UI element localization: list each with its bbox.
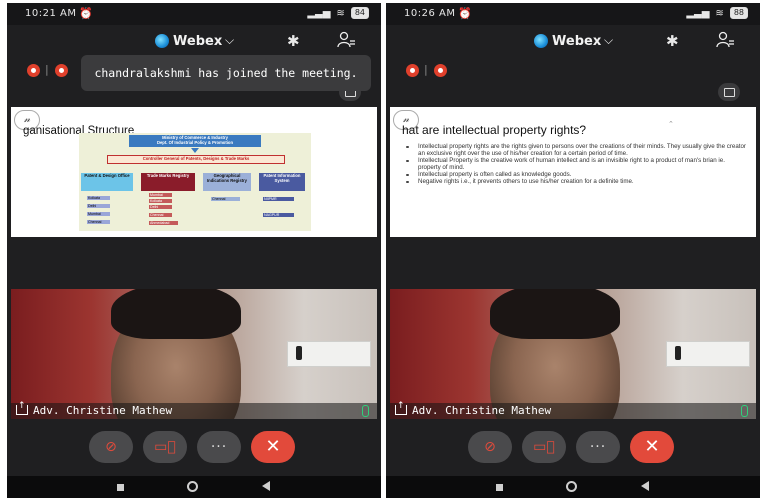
participants-icon[interactable] [337,31,355,49]
home-icon[interactable] [566,481,577,492]
org-office: Ahmedabad [149,221,178,225]
join-toast: chandralakshmi has joined the meeting. [81,55,371,91]
recording-row: | [386,61,760,83]
separator: | [45,63,49,76]
status-right: ▂▃▅ ≋ 88 [686,7,748,19]
org-office: Chennai [211,197,240,201]
app-name[interactable]: Webex [173,34,222,49]
org-controller-box: Controller General of Patents, Designs &… [107,155,285,164]
mute-mic-icon[interactable]: ⊘ [468,431,512,463]
home-icon[interactable] [187,481,198,492]
back-icon[interactable] [641,481,649,491]
phone-screen-right: 10:26 AM ⏰ ▂▃▅ ≋ 88 Webex ⌵ ✱ | 𝓃 hat ar… [386,3,760,498]
org-office: Kolkata [87,196,110,200]
name-strip: Adv. Christine Mathew [390,401,756,419]
org-office: Chennai [149,213,172,217]
wall-socket [666,341,750,367]
share-icon [16,401,28,415]
call-controls: ⊘ ▭⃫ ··· ✕ [7,431,381,475]
org-col-tm: Trade Marks Registry [141,173,195,191]
call-controls: ⊘ ▭⃫ ··· ✕ [386,431,760,475]
org-office: Mumbai [87,212,110,216]
layout-icon[interactable] [718,83,740,101]
slide-title: hat are intellectual property rights? [402,123,587,137]
org-chart: Ministry of Commerce & Industry Dept. Of… [79,133,311,231]
android-navbar [386,476,760,498]
stop-video-icon[interactable]: ▭⃫ [522,431,566,463]
end-call-icon[interactable]: ✕ [630,431,674,463]
org-col-patent: Patent & Design Office [81,173,133,191]
status-time: 10:26 AM [404,8,456,19]
participant-video[interactable]: Adv. Christine Mathew [390,289,756,419]
record-icon[interactable] [434,64,447,77]
alarm-icon: ⏰ [79,7,93,20]
status-bar: 10:21 AM ⏰ ▂▃▅ ≋ 84 [7,3,381,25]
shared-slide: 𝓃 hat are intellectual property rights? … [390,107,756,237]
webex-logo-icon [155,34,169,48]
bullet-item: Intellectual property is often called as… [404,171,749,178]
app-name[interactable]: Webex [552,34,601,49]
record-icon[interactable] [406,64,419,77]
bullet-item: Negative rights i.e., it prevents others… [404,178,749,185]
org-office: Chennai [87,220,110,224]
org-office: Mumbai [149,193,172,197]
participant-video[interactable]: Adv. Christine Mathew [11,289,377,419]
name-strip: Adv. Christine Mathew [11,401,377,419]
record-icon[interactable] [55,64,68,77]
mic-active-icon [741,405,748,417]
cursor-icon: ⌃ [668,120,674,128]
participant-name: Adv. Christine Mathew [412,404,552,417]
bluetooth-icon[interactable]: ✱ [666,32,679,50]
mute-mic-icon[interactable]: ⊘ [89,431,133,463]
status-right: ▂▃▅ ≋ 84 [307,7,369,19]
share-icon [395,401,407,415]
participant-hair [111,289,241,339]
participants-icon[interactable] [716,31,734,49]
end-call-icon[interactable]: ✕ [251,431,295,463]
stop-video-icon[interactable]: ▭⃫ [143,431,187,463]
org-col-gi: Geographical Indications Registry [203,173,251,191]
separator: | [424,63,428,76]
wall-socket [287,341,371,367]
org-arrow [191,148,199,153]
wifi-icon: ≋ [336,7,345,19]
slide-bullets: Intellectual property rights are the rig… [404,143,749,185]
org-col-pis: Patent Information System [259,173,305,191]
status-time: 10:21 AM [25,8,77,19]
org-office: NIIPMR [263,197,294,201]
org-office: Delhi [149,205,172,209]
more-icon[interactable]: ··· [197,431,241,463]
org-office: NAGPUR [263,213,294,217]
shared-slide: 𝓃 ganisational Structure Ministry of Com… [11,107,377,237]
bluetooth-icon[interactable]: ✱ [287,32,300,50]
signal-icon: ▂▃▅ [686,7,710,19]
status-bar: 10:26 AM ⏰ ▂▃▅ ≋ 88 [386,3,760,25]
participant-name: Adv. Christine Mathew [33,404,173,417]
webex-logo-icon [534,34,548,48]
android-navbar [7,476,381,498]
chevron-down-icon[interactable]: ⌵ [604,33,613,48]
recents-icon[interactable] [496,484,503,491]
wifi-icon: ≋ [715,7,724,19]
org-office: Delhi [87,204,110,208]
bullet-item: Intellectual property rights are the rig… [404,143,749,157]
record-icon[interactable] [27,64,40,77]
alarm-icon: ⏰ [458,7,472,20]
signal-icon: ▂▃▅ [307,7,331,19]
participant-hair [490,289,620,339]
org-office: Kolkata [149,199,172,203]
back-icon[interactable] [262,481,270,491]
org-top-box: Ministry of Commerce & Industry Dept. Of… [129,135,261,147]
meeting-topbar: Webex ⌵ ✱ [386,25,760,61]
battery-icon: 84 [350,7,369,19]
battery-icon: 88 [729,7,748,19]
more-icon[interactable]: ··· [576,431,620,463]
mic-active-icon [362,405,369,417]
phone-screen-left: 10:21 AM ⏰ ▂▃▅ ≋ 84 Webex ⌵ ✱ | chandral… [7,3,381,498]
bullet-item: Intellectual Property is the creative wo… [404,157,749,171]
chevron-down-icon[interactable]: ⌵ [225,33,234,48]
recents-icon[interactable] [117,484,124,491]
